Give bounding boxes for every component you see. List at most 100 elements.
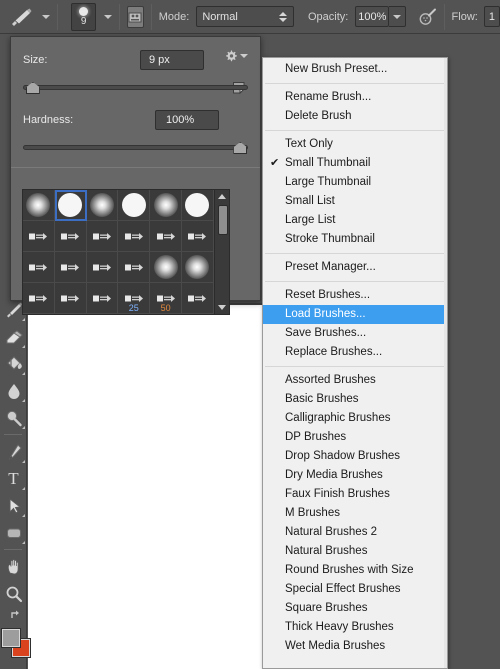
brush-preset-cell[interactable]: [181, 283, 214, 314]
sidebar-item-eraser-tool[interactable]: [0, 323, 27, 350]
brush-preset-cell[interactable]: [54, 190, 87, 221]
menu-item[interactable]: M Brushes: [263, 504, 447, 523]
sidebar-item-blur-tool[interactable]: [0, 377, 27, 404]
options-divider-3: [150, 3, 152, 30]
sidebar-item-type-tool[interactable]: T: [0, 465, 27, 492]
menu-item[interactable]: ✔ Small Thumbnail: [263, 154, 447, 173]
brush-preset-cell[interactable]: [54, 283, 87, 314]
brush-preset-cell[interactable]: [181, 252, 214, 283]
menu-item[interactable]: Text Only: [263, 135, 447, 154]
menu-item[interactable]: Reset Brushes...: [263, 286, 447, 305]
brush-preset-cell[interactable]: [54, 221, 87, 252]
menu-item[interactable]: Small List: [263, 192, 447, 211]
menu-item[interactable]: Save Brushes...: [263, 324, 447, 343]
brush-preset-cell[interactable]: [181, 221, 214, 252]
sidebar-item-dodge-tool[interactable]: [0, 404, 27, 431]
menu-item[interactable]: Preset Manager...: [263, 258, 447, 277]
brush-preset-cell[interactable]: [150, 190, 182, 221]
menu-item-label: Calligraphic Brushes: [285, 412, 391, 424]
menu-item[interactable]: Drop Shadow Brushes: [263, 447, 447, 466]
brush-panel-context-menu[interactable]: New Brush Preset... Rename Brush... Delete…: [262, 57, 448, 669]
menu-item[interactable]: DP Brushes: [263, 428, 447, 447]
size-slider[interactable]: [23, 82, 248, 94]
brush-preset-cell[interactable]: 50: [150, 283, 182, 314]
menu-item[interactable]: Delete Brush: [263, 107, 447, 126]
context-menu-items[interactable]: New Brush Preset... Rename Brush... Delete…: [263, 60, 447, 656]
blend-mode-select[interactable]: Normal: [196, 6, 294, 27]
hardness-slider-thumb[interactable]: [233, 142, 248, 154]
brush-preset-cell[interactable]: [181, 190, 214, 221]
menu-item[interactable]: Wet Media Brushes: [263, 637, 447, 656]
menu-item[interactable]: Load Brushes...: [263, 305, 447, 324]
menu-item[interactable]: Faux Finish Brushes: [263, 485, 447, 504]
brush-tool-preview-icon[interactable]: [8, 5, 36, 29]
hard-round-brush-icon: [121, 193, 146, 217]
brush-preset-cell[interactable]: [86, 221, 119, 252]
menu-item[interactable]: Large List: [263, 211, 447, 230]
scroll-up-arrow-icon[interactable]: [217, 194, 226, 199]
brush-preset-cell[interactable]: [118, 221, 151, 252]
brush-preset-cell[interactable]: [86, 283, 119, 314]
menu-item[interactable]: Replace Brushes...: [263, 343, 447, 362]
scrollbar-thumb[interactable]: [217, 205, 228, 235]
size-value-input[interactable]: 9 px: [140, 50, 204, 70]
menu-item[interactable]: Square Brushes: [263, 599, 447, 618]
menu-item[interactable]: Natural Brushes 2: [263, 523, 447, 542]
foreground-color-swatch[interactable]: [2, 629, 20, 647]
brush-size-indicator[interactable]: 9: [71, 2, 97, 31]
opacity-dropdown-button[interactable]: [389, 6, 406, 27]
panel-menu-button[interactable]: [224, 49, 248, 63]
brush-preset-cell[interactable]: [23, 190, 55, 221]
menu-item[interactable]: Round Brushes with Size: [263, 561, 447, 580]
flow-input[interactable]: 1: [483, 6, 500, 27]
menu-item[interactable]: Large Thumbnail: [263, 173, 447, 192]
menu-item[interactable]: Rename Brush...: [263, 88, 447, 107]
menu-item-label: Replace Brushes...: [285, 346, 383, 358]
brush-grid-scrollbar[interactable]: [213, 190, 229, 314]
size-slider-thumb[interactable]: [25, 82, 40, 94]
sidebar-item-hand-tool[interactable]: [0, 553, 27, 580]
menu-item[interactable]: Calligraphic Brushes: [263, 409, 447, 428]
brush-size-chevron-down-icon[interactable]: [104, 14, 113, 19]
menu-item[interactable]: New Brush Preset...: [263, 60, 447, 79]
menu-item[interactable]: Basic Brushes: [263, 390, 447, 409]
brush-preset-cell[interactable]: [118, 190, 151, 221]
quick-mask-button[interactable]: [0, 665, 27, 669]
hardness-value: 100%: [166, 114, 195, 126]
brush-preset-cell[interactable]: [86, 252, 119, 283]
brush-preset-cell[interactable]: [23, 252, 55, 283]
menu-item[interactable]: Special Effect Brushes: [263, 580, 447, 599]
airbrush-toggle-button[interactable]: [418, 5, 438, 29]
sidebar-item-pen-tool[interactable]: [0, 438, 27, 465]
document-canvas[interactable]: [28, 305, 272, 669]
brush-preset-cell[interactable]: [150, 252, 182, 283]
menu-item[interactable]: Stroke Thumbnail: [263, 230, 447, 249]
sidebar-item-paint-bucket-tool[interactable]: [0, 350, 27, 377]
brush-preset-cell[interactable]: [150, 221, 182, 252]
brush-preset-cell[interactable]: [23, 283, 55, 314]
color-swatches[interactable]: [0, 627, 30, 665]
brush-preset-grid[interactable]: 25 50: [23, 190, 214, 314]
swap-colors-button[interactable]: [0, 607, 26, 623]
sidebar-item-path-selection-tool[interactable]: [0, 492, 27, 519]
brush-preset-cell[interactable]: [23, 221, 55, 252]
brush-preset-cell[interactable]: [118, 252, 151, 283]
brush-preset-cell[interactable]: 25: [118, 283, 151, 314]
gear-icon: [226, 50, 237, 62]
menu-item-label: Stroke Thumbnail: [285, 233, 375, 245]
menu-item[interactable]: Assorted Brushes: [263, 371, 447, 390]
brush-preset-cell[interactable]: [54, 252, 87, 283]
hardness-value-input[interactable]: 100%: [155, 110, 219, 130]
brush-preset-chevron-down-icon[interactable]: [42, 14, 50, 19]
hardness-slider[interactable]: [23, 142, 248, 154]
opacity-input[interactable]: 100%: [355, 6, 390, 27]
menu-item-label: Natural Brushes 2: [285, 526, 378, 538]
menu-item[interactable]: Dry Media Brushes: [263, 466, 447, 485]
sidebar-item-zoom-tool[interactable]: [0, 580, 27, 607]
menu-item[interactable]: Natural Brushes: [263, 542, 447, 561]
menu-item[interactable]: Thick Heavy Brushes: [263, 618, 447, 637]
sidebar-item-shape-tool[interactable]: [0, 519, 27, 546]
brush-preset-cell[interactable]: [86, 190, 119, 221]
scroll-down-arrow-icon[interactable]: [217, 305, 226, 310]
brush-panel-icon[interactable]: [127, 5, 144, 28]
